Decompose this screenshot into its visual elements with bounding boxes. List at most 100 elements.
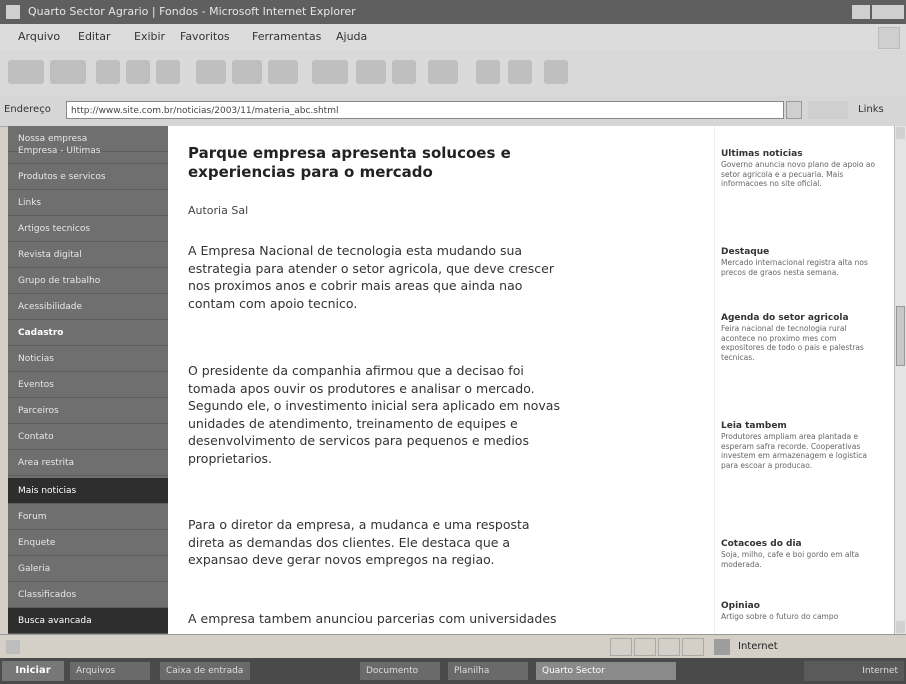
taskbar-item-active[interactable]: Quarto Sector — [536, 662, 676, 680]
taskbar: Iniciar Arquivos Caixa de entrada Docume… — [0, 658, 906, 684]
sidebar-heading: Agenda do setor agricola — [721, 313, 849, 323]
go-button[interactable] — [808, 101, 848, 119]
sidebar-text: Artigo sobre o futuro do campo — [721, 612, 839, 621]
article-content: Parque empresa apresenta solucoes e expe… — [168, 126, 714, 634]
nav-item[interactable]: Area restrita — [8, 450, 168, 476]
taskbar-item[interactable]: Caixa de entrada — [160, 662, 250, 680]
address-label: Endereço — [4, 104, 51, 115]
sidebar-text: Mercado internacional registra alta nos … — [721, 258, 868, 277]
refresh-button[interactable] — [126, 60, 150, 84]
mail-button[interactable] — [356, 60, 386, 84]
address-dropdown-button[interactable] — [786, 101, 802, 119]
window-title: Quarto Sector Agrario | Fondos - Microso… — [28, 5, 356, 18]
research-button[interactable] — [544, 60, 568, 84]
menu-edit[interactable]: Editar — [78, 30, 111, 44]
menu-tools[interactable]: Ferramentas — [252, 30, 321, 44]
nav-item[interactable]: Produtos e servicos — [8, 164, 168, 190]
left-navigation: Nossa empresa Empresa - Ultimas Produtos… — [8, 126, 168, 634]
taskbar-item[interactable]: Arquivos — [70, 662, 150, 680]
security-zone-label: Internet — [738, 641, 778, 652]
status-segment — [634, 638, 656, 656]
toolbar — [0, 50, 906, 97]
nav-item[interactable]: Galeria — [8, 556, 168, 582]
article-paragraph: O presidente da companhia afirmou que a … — [188, 363, 560, 466]
stop-button[interactable] — [96, 60, 120, 84]
sidebar-text: Soja, milho, cafe e boi gordo em alta mo… — [721, 550, 860, 569]
forward-button[interactable] — [50, 60, 86, 84]
nav-item[interactable]: Classificados — [8, 582, 168, 608]
search-button[interactable] — [196, 60, 226, 84]
history-button[interactable] — [312, 60, 348, 84]
scrollbar-thumb[interactable] — [896, 306, 905, 366]
ie-icon — [6, 5, 20, 19]
article-paragraph: A empresa tambem anunciou parcerias com … — [188, 611, 557, 626]
menu-favorites[interactable]: Favoritos — [180, 30, 230, 44]
nav-item-active[interactable]: Cadastro — [8, 320, 168, 346]
nav-item[interactable]: Artigos tecnicos — [8, 216, 168, 242]
nav-item[interactable]: Forum — [8, 504, 168, 530]
nav-item[interactable]: Links — [8, 190, 168, 216]
vertical-scrollbar[interactable] — [894, 126, 906, 634]
nav-item-highlighted[interactable]: Busca avancada — [8, 608, 168, 634]
sidebar-block[interactable]: Leia tambem Produtores ampliam area plan… — [721, 420, 881, 470]
sidebar-heading: Cotacoes do dia — [721, 539, 802, 549]
address-bar: Endereço http://www.site.com.br/noticias… — [0, 96, 906, 127]
discuss-button[interactable] — [476, 60, 500, 84]
close-button[interactable] — [890, 5, 904, 19]
sidebar-heading: Destaque — [721, 247, 770, 257]
sidebar-block[interactable]: Ultimas noticias Governo anuncia novo pl… — [721, 148, 881, 189]
menu-view[interactable]: Exibir — [134, 30, 165, 44]
sidebar-block[interactable]: Opiniao Artigo sobre o futuro do campo — [721, 600, 881, 622]
system-tray: Internet — [804, 661, 904, 681]
sidebar-block[interactable]: Cotacoes do dia Soja, milho, cafe e boi … — [721, 538, 881, 569]
title-bar: Quarto Sector Agrario | Fondos - Microso… — [0, 0, 906, 24]
scroll-up-arrow-icon[interactable] — [896, 127, 905, 139]
edit-button[interactable] — [428, 60, 458, 84]
article-title: Parque empresa apresenta solucoes e expe… — [188, 144, 511, 181]
menu-file[interactable]: Arquivo — [18, 30, 60, 44]
sidebar-heading: Leia tambem — [721, 421, 787, 431]
menu-help[interactable]: Ajuda — [336, 30, 367, 44]
nav-item[interactable]: Parceiros — [8, 398, 168, 424]
sidebar-text: Produtores ampliam area plantada e esper… — [721, 432, 867, 470]
nav-item[interactable]: Noticias — [8, 346, 168, 372]
start-button[interactable]: Iniciar — [2, 661, 64, 681]
minimize-button[interactable] — [852, 5, 870, 19]
page-icon — [6, 640, 20, 654]
maximize-button[interactable] — [872, 5, 890, 19]
print-button[interactable] — [392, 60, 416, 84]
messenger-button[interactable] — [508, 60, 532, 84]
nav-item[interactable]: Contato — [8, 424, 168, 450]
nav-item[interactable]: Revista digital — [8, 242, 168, 268]
sidebar-text: Governo anuncia novo plano de apoio ao s… — [721, 160, 876, 188]
status-segment — [610, 638, 632, 656]
windows-logo-icon — [878, 27, 900, 49]
nav-item[interactable]: Grupo de trabalho — [8, 268, 168, 294]
home-button[interactable] — [156, 60, 180, 84]
status-segment — [658, 638, 680, 656]
nav-item[interactable]: Enquete — [8, 530, 168, 556]
nav-item[interactable]: Acessibilidade — [8, 294, 168, 320]
article-paragraph: A Empresa Nacional de tecnologia esta mu… — [188, 243, 554, 311]
back-button[interactable] — [8, 60, 44, 84]
status-bar: Internet — [0, 634, 906, 659]
media-button[interactable] — [268, 60, 298, 84]
favorites-button[interactable] — [232, 60, 262, 84]
nav-item[interactable]: Eventos — [8, 372, 168, 398]
scroll-down-arrow-icon[interactable] — [896, 621, 905, 633]
sidebar-heading: Ultimas noticias — [721, 149, 803, 159]
sidebar-text: Feira nacional de tecnologia rural acont… — [721, 324, 864, 362]
article-byline: Autoria Sal — [188, 204, 249, 217]
taskbar-item[interactable]: Planilha — [448, 662, 528, 680]
article-paragraph: Para o diretor da empresa, a mudanca e u… — [188, 517, 530, 567]
sidebar-block[interactable]: Destaque Mercado internacional registra … — [721, 246, 881, 277]
links-button[interactable]: Links — [858, 104, 884, 115]
nav-item[interactable]: Empresa - Ultimas — [8, 138, 168, 164]
sidebar-block[interactable]: Agenda do setor agricola Feira nacional … — [721, 312, 881, 362]
right-sidebar: Ultimas noticias Governo anuncia novo pl… — [714, 126, 895, 634]
menu-bar: Arquivo Editar Exibir Favoritos Ferramen… — [0, 24, 906, 51]
internet-zone-icon — [714, 639, 730, 655]
nav-item-highlighted[interactable]: Mais noticias — [8, 478, 168, 504]
address-input[interactable]: http://www.site.com.br/noticias/2003/11/… — [66, 101, 784, 119]
taskbar-item[interactable]: Documento — [360, 662, 440, 680]
